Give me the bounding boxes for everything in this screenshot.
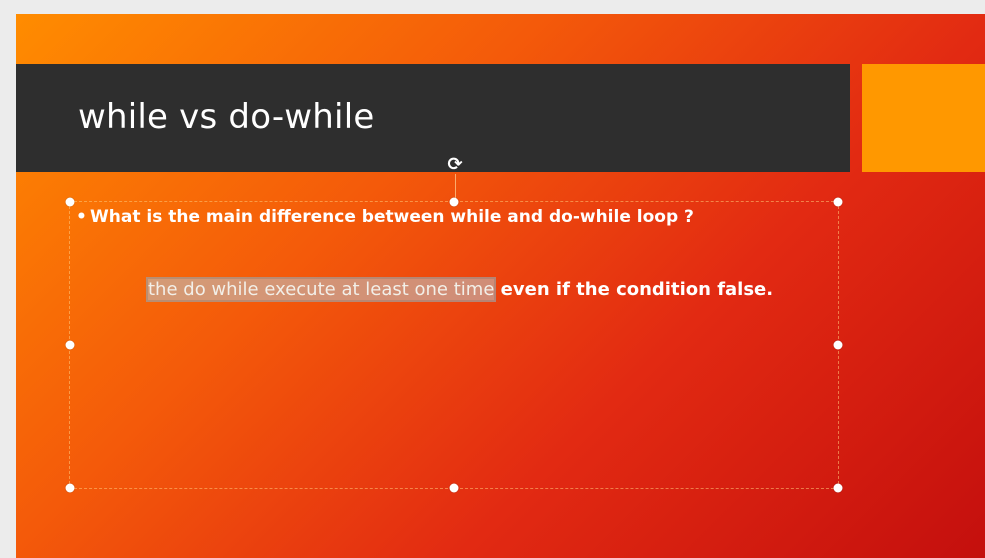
bullet-item[interactable]: • What is the main difference between whi… — [76, 207, 694, 227]
slide-title[interactable]: while vs do-while — [78, 97, 374, 137]
title-bar: while vs do-while — [16, 64, 850, 172]
accent-square — [862, 64, 985, 172]
bullet-dot-icon: • — [76, 207, 87, 227]
rotate-handle-icon[interactable]: ⟳ — [444, 154, 466, 176]
resize-handle-bottom-center[interactable] — [449, 483, 459, 493]
answer-text-rest[interactable]: even if the condition false. — [494, 279, 773, 300]
resize-handle-bottom-left[interactable] — [65, 483, 75, 493]
bullet-text: What is the main difference between whil… — [90, 207, 694, 227]
answer-paragraph[interactable]: the do while execute at least one time e… — [145, 277, 828, 302]
resize-handle-top-center[interactable] — [449, 197, 459, 207]
resize-handle-middle-right[interactable] — [833, 340, 843, 350]
resize-handle-top-left[interactable] — [65, 197, 75, 207]
content-textbox-selection[interactable] — [65, 197, 843, 493]
resize-handle-top-right[interactable] — [833, 197, 843, 207]
slide-canvas[interactable]: while vs do-while ⟳ • What is the main di… — [16, 14, 985, 558]
resize-handle-bottom-right[interactable] — [833, 483, 843, 493]
selected-text-highlight[interactable]: the do while execute at least one time — [145, 277, 497, 302]
resize-handle-middle-left[interactable] — [65, 340, 75, 350]
